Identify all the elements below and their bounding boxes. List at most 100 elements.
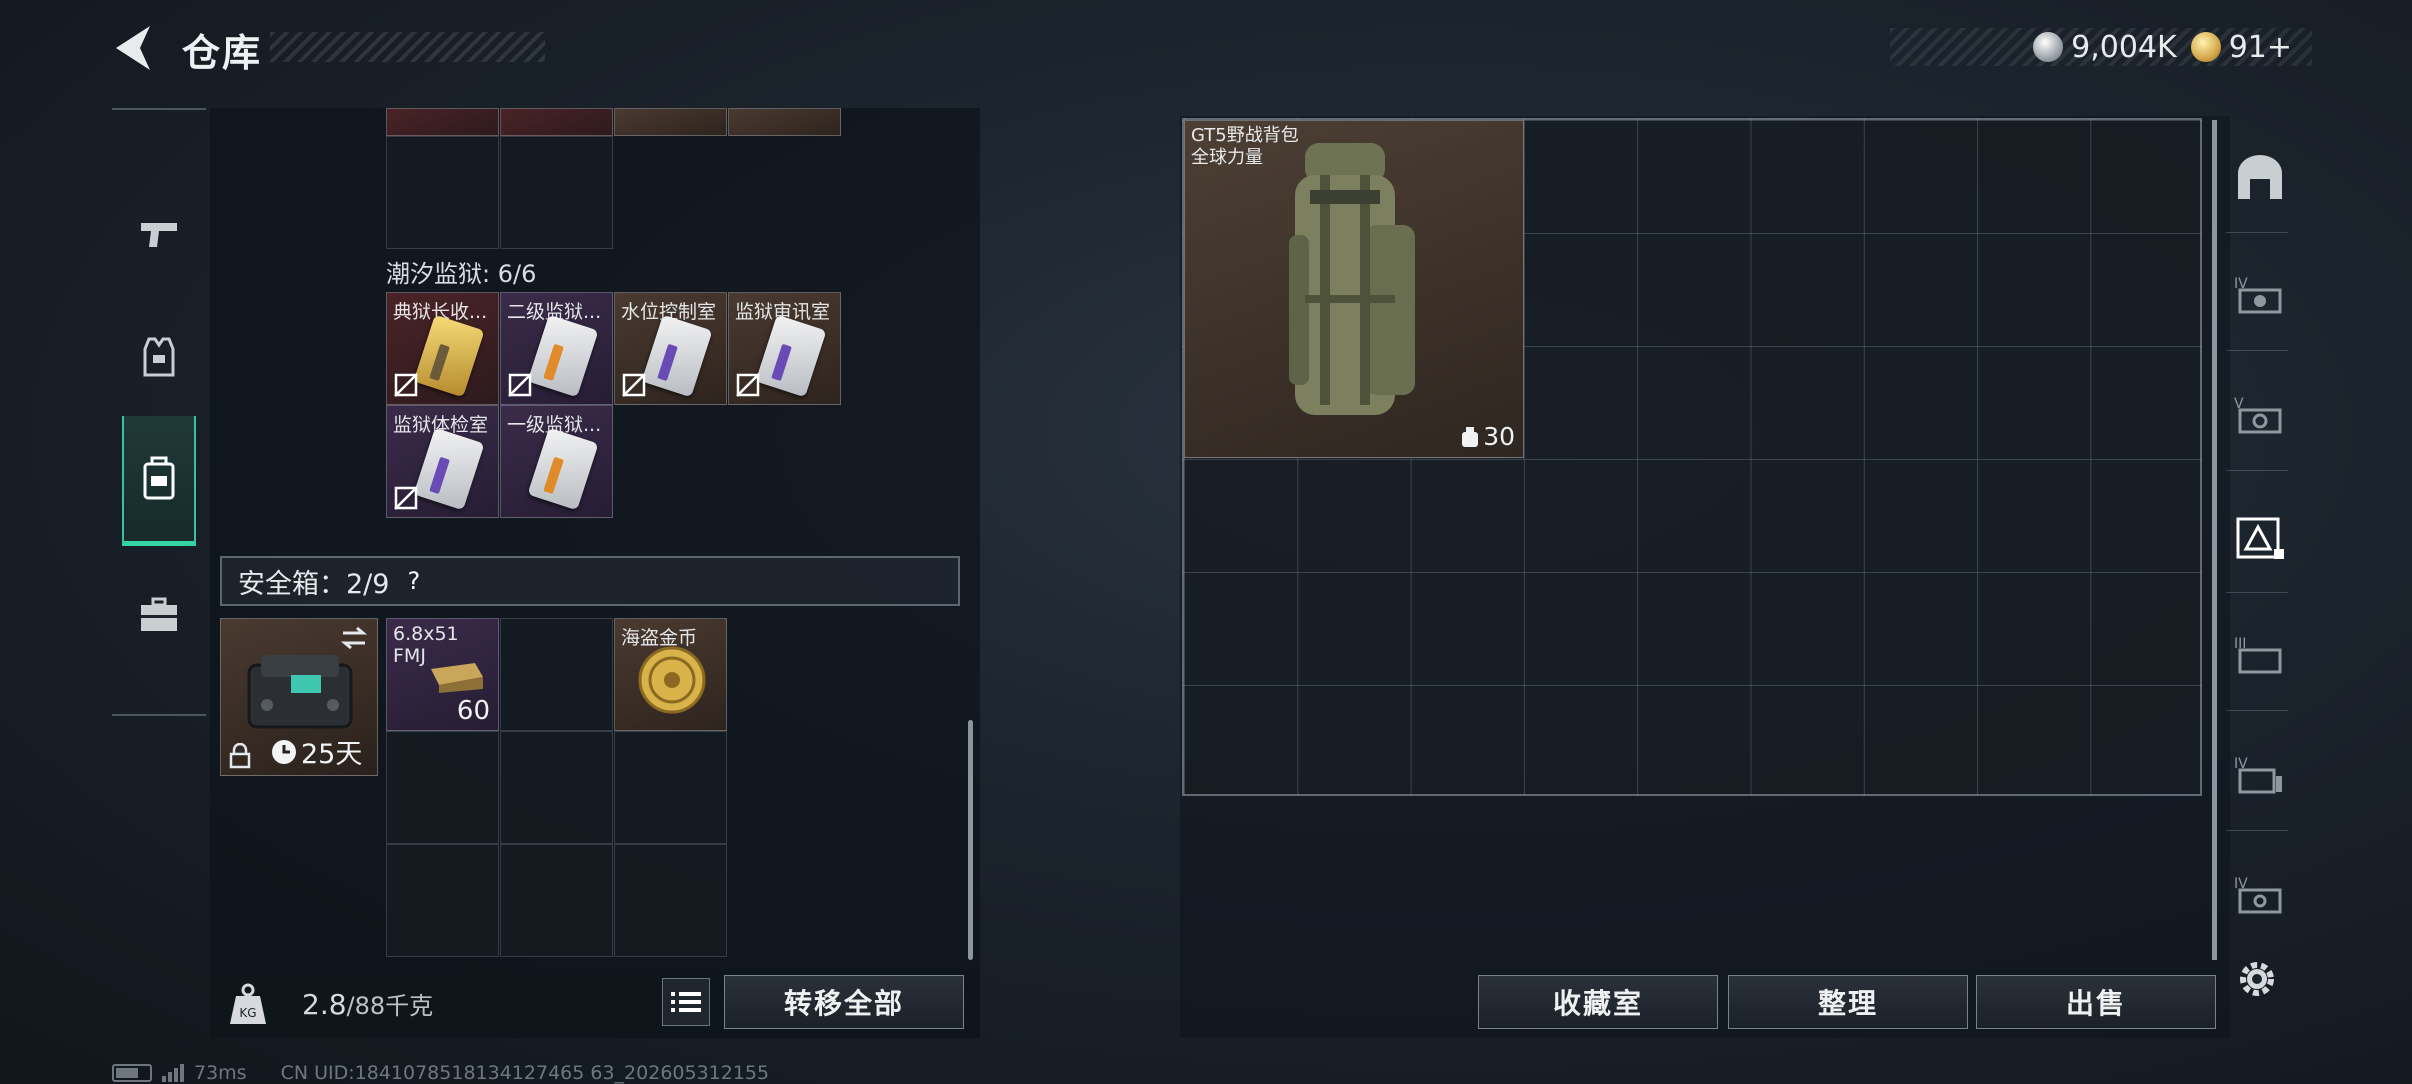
- rail-divider: [2226, 830, 2288, 831]
- status-footer: 73ms CN UID:1841078518134127465 63_20260…: [112, 1062, 769, 1084]
- empty-slot[interactable]: [386, 731, 499, 844]
- empty-slot[interactable]: [614, 844, 727, 957]
- timer-text: 25天: [301, 739, 363, 770]
- stash-iv-c-icon[interactable]: IV: [2232, 868, 2288, 920]
- partial-item[interactable]: [500, 108, 613, 136]
- backpack-capacity: 30: [1461, 422, 1515, 451]
- silver-amount: 9,004K: [2071, 29, 2177, 65]
- key-item[interactable]: 监狱体检室: [386, 405, 499, 518]
- safebox-timer: 25天: [271, 732, 362, 771]
- rail-tab-tools[interactable]: [122, 550, 196, 680]
- key-item[interactable]: 一级监狱...: [500, 405, 613, 518]
- rail-divider: [2226, 350, 2288, 351]
- partial-item[interactable]: [614, 108, 727, 136]
- uid-text: CN UID:1841078518134127465 63_2026053121…: [280, 1062, 770, 1084]
- stash-rail-scrollbar[interactable]: [2212, 120, 2217, 960]
- keycard-icon: [641, 314, 713, 398]
- keycard-icon: [413, 427, 485, 511]
- key-item[interactable]: 水位控制室: [614, 292, 727, 405]
- key-item[interactable]: 二级监狱...: [500, 292, 613, 405]
- transfer-all-button[interactable]: 转移全部: [724, 975, 964, 1029]
- stash-alert-icon[interactable]: [2232, 512, 2288, 564]
- no-transfer-icon: [508, 373, 532, 397]
- keycard-icon: [527, 314, 599, 398]
- sort-button[interactable]: 整理: [1728, 975, 1968, 1029]
- empty-slot[interactable]: [500, 844, 613, 957]
- currency-bar: 9,004K 91+: [1890, 28, 2312, 66]
- category-rail: [112, 108, 206, 716]
- prison-section-label: 潮汐监狱: 6/6: [386, 260, 537, 288]
- empty-slot[interactable]: [614, 731, 727, 844]
- no-transfer-icon: [622, 373, 646, 397]
- lock-icon: [229, 743, 251, 769]
- clock-icon: [272, 739, 296, 764]
- list-icon: [671, 992, 701, 1012]
- stash-iv-b-icon[interactable]: IV: [2232, 748, 2288, 800]
- item-count: 60: [456, 696, 490, 726]
- stash-v-icon[interactable]: V: [2232, 388, 2288, 440]
- partial-item[interactable]: [386, 108, 499, 136]
- title-stripe: [270, 32, 545, 62]
- empty-slot[interactable]: [386, 136, 499, 249]
- back-arrow-icon[interactable]: [110, 22, 158, 74]
- no-transfer-icon: [394, 486, 418, 510]
- gold-amount: 91+: [2228, 29, 2292, 65]
- capacity-value: 30: [1483, 422, 1515, 451]
- empty-slot[interactable]: [386, 844, 499, 957]
- page-title: 仓库: [182, 31, 263, 75]
- stash-iv-icon[interactable]: IV: [2232, 268, 2288, 320]
- pistol-icon: [141, 223, 177, 247]
- inventory-scrollbar[interactable]: [968, 720, 973, 960]
- safebox-label: 安全箱：2/9: [238, 568, 390, 600]
- weight-current: 2.8: [302, 988, 347, 1021]
- armor-vest-icon: [143, 337, 175, 377]
- safebox-container[interactable]: 25天: [220, 618, 378, 776]
- backpack-image-icon: [1289, 143, 1415, 415]
- coin-item[interactable]: 海盗金币: [614, 618, 727, 731]
- silver-coin-icon: [2033, 32, 2064, 62]
- stash-iii-icon[interactable]: III: [2232, 628, 2288, 680]
- silver-currency: 9,004K: [2033, 30, 2177, 65]
- backpack-icon: [143, 456, 175, 499]
- list-view-button[interactable]: [662, 978, 710, 1026]
- signal-icon: [162, 1064, 184, 1082]
- no-transfer-icon: [394, 373, 418, 397]
- device-status: 73ms: [112, 1062, 247, 1084]
- gear-icon[interactable]: [2234, 956, 2280, 1002]
- rail-divider: [2226, 470, 2288, 471]
- gold-coin-icon: [2190, 32, 2221, 62]
- help-icon[interactable]: ?: [407, 567, 420, 595]
- weight-max: /88千克: [346, 992, 434, 1020]
- ammo-item[interactable]: 6.8x51 FMJ 60: [386, 618, 499, 731]
- toolbox-icon: [141, 597, 177, 631]
- collection-room-button[interactable]: 收藏室: [1478, 975, 1718, 1029]
- rail-divider: [2226, 232, 2288, 233]
- ping-text: 73ms: [194, 1062, 247, 1084]
- backpack-item[interactable]: GT5野战背包 全球力量 30: [1184, 120, 1524, 458]
- key-item[interactable]: 监狱审讯室: [728, 292, 841, 405]
- safebox-header: 安全箱：2/9 ?: [220, 556, 960, 606]
- rail-divider: [2226, 710, 2288, 711]
- keycard-icon: [527, 427, 599, 511]
- gold-currency[interactable]: 91+: [2190, 29, 2292, 65]
- base-icon[interactable]: [2232, 152, 2288, 204]
- ammo-box-icon: [431, 663, 483, 693]
- svg-text:KG: KG: [239, 1006, 256, 1020]
- keycard-icon: [755, 314, 827, 398]
- key-item[interactable]: 典狱长收...: [386, 292, 499, 405]
- capacity-icon: [1462, 426, 1479, 447]
- keycard-icon: [413, 314, 485, 398]
- rail-tab-backpack[interactable]: [122, 416, 196, 546]
- rail-tab-weapons[interactable]: [122, 170, 196, 300]
- battery-icon: [112, 1064, 152, 1082]
- swap-icon[interactable]: [339, 625, 369, 651]
- empty-slot[interactable]: [500, 731, 613, 844]
- rail-divider: [2226, 592, 2288, 593]
- empty-slot[interactable]: [500, 618, 613, 731]
- safebox-case-icon: [247, 655, 353, 729]
- sell-button[interactable]: 出售: [1976, 975, 2216, 1029]
- rail-tab-armor[interactable]: [122, 292, 196, 422]
- empty-slot[interactable]: [500, 136, 613, 249]
- partial-item[interactable]: [728, 108, 841, 136]
- weight-icon: KG: [230, 983, 266, 1024]
